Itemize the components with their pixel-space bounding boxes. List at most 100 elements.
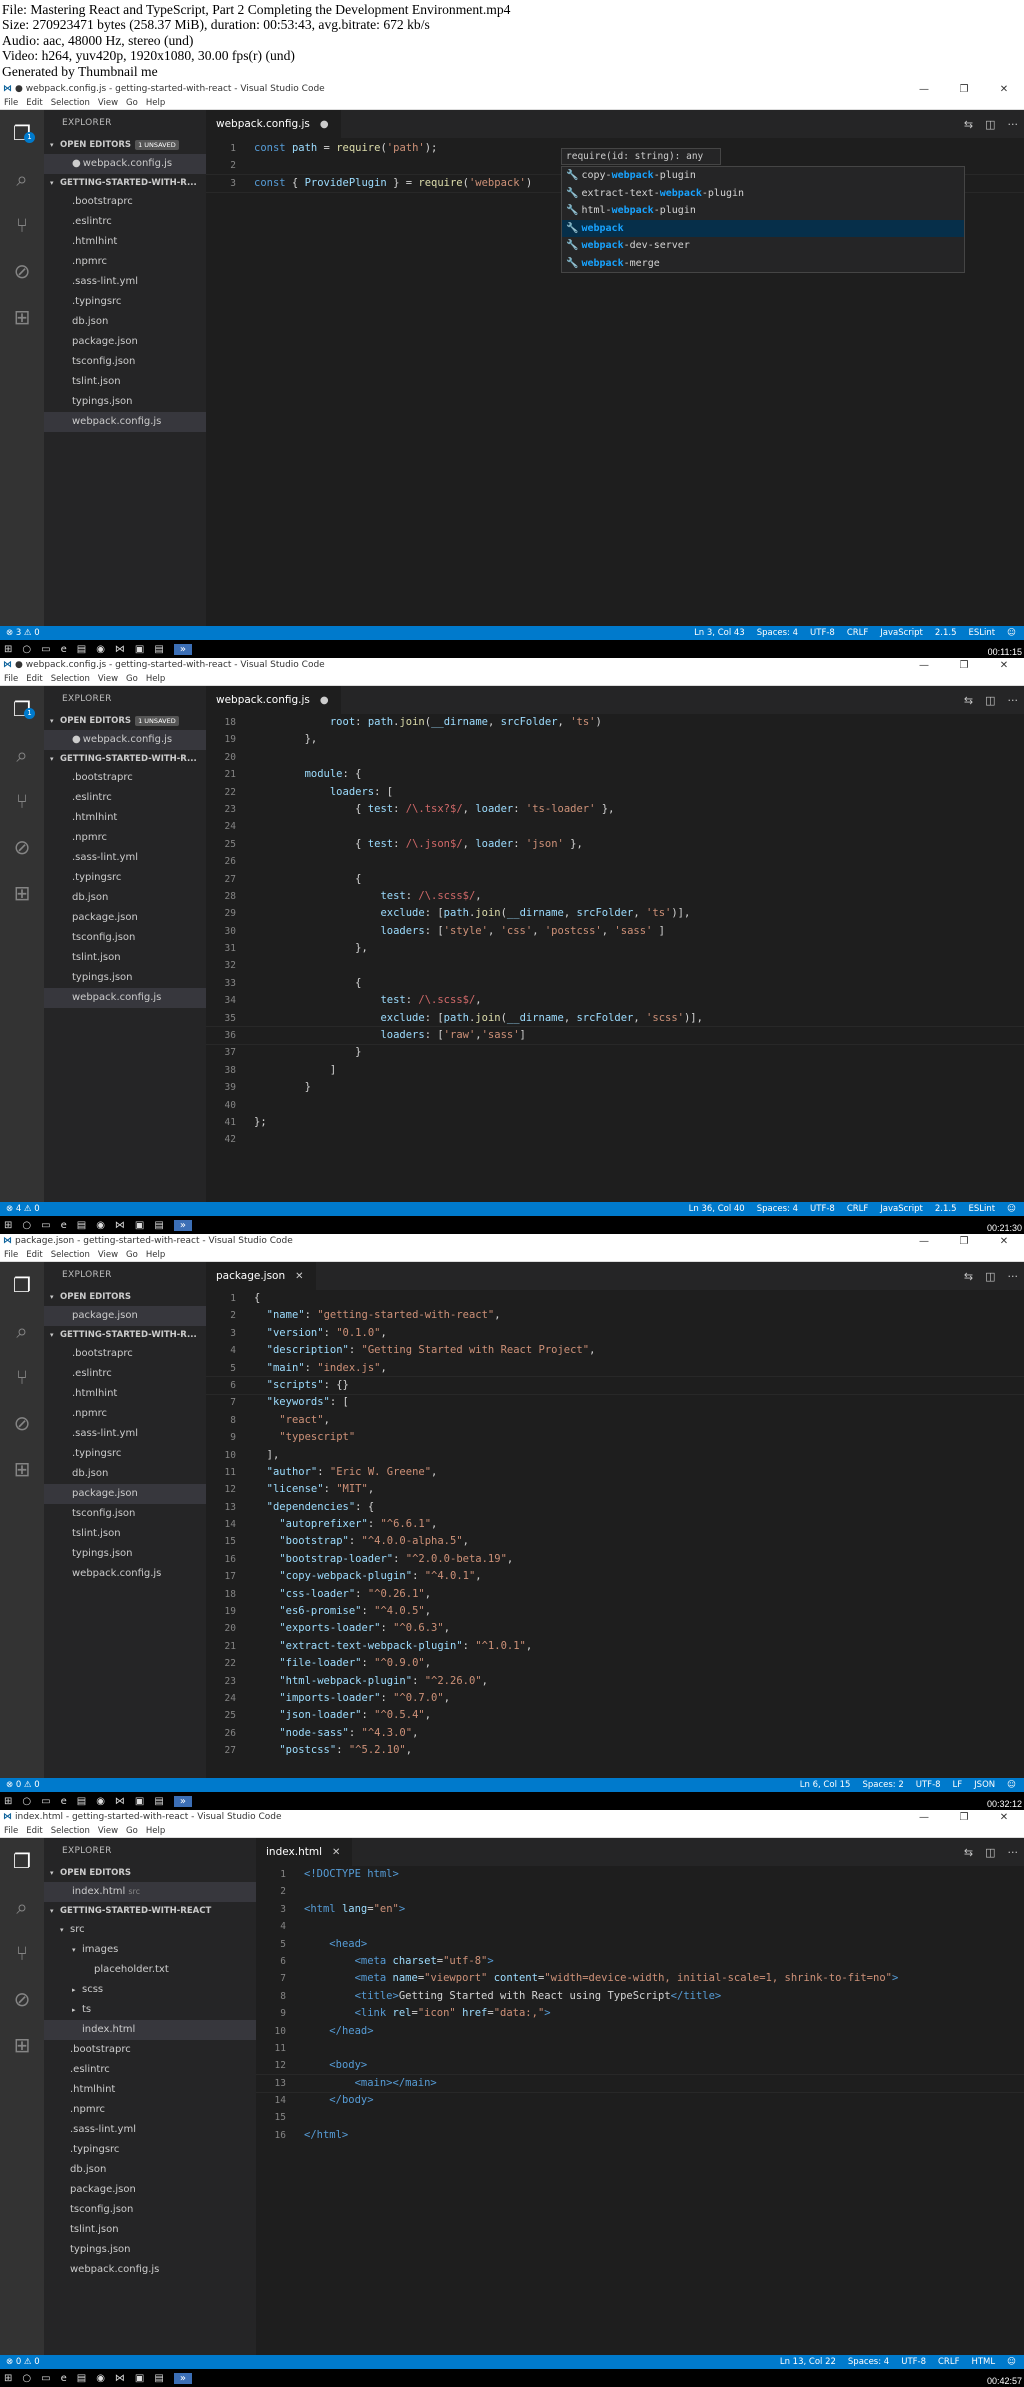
status-item[interactable]: JavaScript xyxy=(880,626,923,640)
minimize-button[interactable]: — xyxy=(904,658,944,673)
file-item[interactable]: .sass-lint.yml xyxy=(44,848,206,868)
more-actions-icon[interactable]: ··· xyxy=(1008,1270,1019,1283)
suggestion-item[interactable]: 🔧 extract-text-webpack-plugin xyxy=(562,185,964,203)
open-editors-section[interactable]: ▾ OPEN EDITORS xyxy=(44,1864,256,1882)
status-item[interactable]: JSON xyxy=(974,1778,995,1792)
close-tab-icon[interactable]: ✕ xyxy=(332,1847,340,1858)
maximize-button[interactable]: ❐ xyxy=(944,1810,984,1825)
tree-item[interactable]: .sass-lint.yml xyxy=(44,2120,256,2140)
tree-item[interactable]: index.html xyxy=(44,2020,256,2040)
status-item[interactable]: Spaces: 4 xyxy=(757,1202,798,1216)
taskbar-icon[interactable]: ◉ xyxy=(96,1220,105,1231)
taskbar-icon[interactable]: ▭ xyxy=(41,1796,50,1807)
suggestion-item[interactable]: 🔧 webpack-merge xyxy=(562,255,964,273)
search-icon[interactable]: ⌕ xyxy=(0,732,44,778)
tree-item[interactable]: .htmlhint xyxy=(44,2080,256,2100)
taskbar-icon[interactable]: ◉ xyxy=(96,2373,105,2384)
file-item[interactable]: package.json xyxy=(44,908,206,928)
file-item[interactable]: .htmlhint xyxy=(44,1384,206,1404)
problems-count[interactable]: ⊗ 3 ⚠ 0 xyxy=(6,628,40,638)
taskbar-icon[interactable]: ▤ xyxy=(154,1220,163,1231)
taskbar-icon[interactable]: ○ xyxy=(22,1220,31,1231)
menu-file[interactable]: File xyxy=(4,1825,18,1837)
extensions-icon[interactable]: ⊞ xyxy=(0,294,44,340)
taskbar-icon[interactable]: ▤ xyxy=(77,1220,86,1231)
minimize-button[interactable]: — xyxy=(904,1234,944,1249)
file-item[interactable]: .bootstraprc xyxy=(44,768,206,788)
menu-file[interactable]: File xyxy=(4,1249,18,1261)
status-item[interactable]: CRLF xyxy=(847,626,868,640)
close-window-button[interactable]: ✕ xyxy=(984,658,1024,673)
status-item[interactable]: ESLint xyxy=(969,1202,996,1216)
debug-icon[interactable]: ⊘ xyxy=(0,248,44,294)
taskbar-icon[interactable]: e xyxy=(61,644,67,655)
status-item[interactable]: Spaces: 4 xyxy=(848,2355,889,2369)
status-item[interactable]: UTF-8 xyxy=(901,2355,926,2369)
status-item[interactable]: ESLint xyxy=(969,626,996,640)
file-item[interactable]: db.json xyxy=(44,888,206,908)
menu-view[interactable]: View xyxy=(98,97,118,109)
code-editor[interactable]: 1 <!DOCTYPE html> 2 3 <html lang="en"> 4 5… xyxy=(256,1866,1024,2144)
menu-selection[interactable]: Selection xyxy=(51,97,90,109)
taskbar-icon[interactable]: » xyxy=(173,643,192,655)
git-icon[interactable]: ⑂ xyxy=(0,1354,44,1400)
status-item[interactable]: Ln 6, Col 15 xyxy=(800,1778,851,1792)
status-item[interactable]: JavaScript xyxy=(880,1202,923,1216)
open-changes-icon[interactable]: ⇆ xyxy=(964,694,973,707)
status-item[interactable]: 2.1.5 xyxy=(935,1202,957,1216)
taskbar-icon[interactable]: ○ xyxy=(22,2373,31,2384)
tree-item[interactable]: ▾ src xyxy=(44,1920,256,1940)
status-item[interactable]: HTML xyxy=(971,2355,995,2369)
problems-count[interactable]: ⊗ 0 ⚠ 0 xyxy=(6,2357,40,2367)
open-editor-item[interactable]: ● webpack.config.js xyxy=(44,154,206,174)
file-item[interactable]: webpack.config.js xyxy=(44,1564,206,1584)
open-editors-section[interactable]: ▾ OPEN EDITORS xyxy=(44,1288,206,1306)
menu-help[interactable]: Help xyxy=(146,1825,165,1837)
menu-selection[interactable]: Selection xyxy=(51,1249,90,1261)
status-item[interactable]: UTF-8 xyxy=(916,1778,941,1792)
open-editors-section[interactable]: ▾ OPEN EDITORS 1 UNSAVED xyxy=(44,712,206,730)
taskbar-icon[interactable]: ⊞ xyxy=(4,644,12,655)
code-editor[interactable]: 1{ 2 "name": "getting-started-with-react… xyxy=(206,1290,1024,1760)
tree-item[interactable]: ▸ scss xyxy=(44,1980,256,2000)
search-icon[interactable]: ⌕ xyxy=(0,1884,44,1930)
file-item[interactable]: .sass-lint.yml xyxy=(44,1424,206,1444)
tree-item[interactable]: typings.json xyxy=(44,2240,256,2260)
file-item[interactable]: .htmlhint xyxy=(44,232,206,252)
open-changes-icon[interactable]: ⇆ xyxy=(964,1270,973,1283)
maximize-button[interactable]: ❐ xyxy=(944,658,984,673)
taskbar-icon[interactable]: ▤ xyxy=(77,1796,86,1807)
file-item[interactable]: .eslintrc xyxy=(44,212,206,232)
file-item[interactable]: .typingsrc xyxy=(44,292,206,312)
menu-view[interactable]: View xyxy=(98,673,118,685)
menu-selection[interactable]: Selection xyxy=(51,673,90,685)
taskbar-icon[interactable]: ▣ xyxy=(135,1796,144,1807)
taskbar-icon[interactable]: ⊞ xyxy=(4,2373,12,2384)
file-item[interactable]: tsconfig.json xyxy=(44,1504,206,1524)
code-editor[interactable]: 18 root: path.join(__dirname, srcFolder,… xyxy=(206,714,1024,1149)
suggestion-item[interactable]: 🔧 html-webpack-plugin xyxy=(562,202,964,220)
suggestion-item[interactable]: 🔧 copy-webpack-plugin xyxy=(562,167,964,185)
taskbar-icon[interactable]: ⊞ xyxy=(4,1796,12,1807)
tab-index-html[interactable]: index.html ✕ xyxy=(256,1838,353,1866)
explorer-icon[interactable]: ❐ xyxy=(0,1262,44,1308)
maximize-button[interactable]: ❐ xyxy=(944,82,984,97)
open-changes-icon[interactable]: ⇆ xyxy=(964,1846,973,1859)
taskbar-icon[interactable]: ▤ xyxy=(154,1796,163,1807)
taskbar-icon[interactable]: ◉ xyxy=(96,1796,105,1807)
file-item[interactable]: webpack.config.js xyxy=(44,988,206,1008)
tab-webpack-config[interactable]: webpack.config.js ● xyxy=(206,686,341,714)
menu-help[interactable]: Help xyxy=(146,673,165,685)
menu-go[interactable]: Go xyxy=(126,1825,138,1837)
file-item[interactable]: .bootstraprc xyxy=(44,192,206,212)
taskbar-icon[interactable]: ⋈ xyxy=(115,2373,125,2384)
tree-item[interactable]: package.json xyxy=(44,2180,256,2200)
taskbar-icon[interactable]: ▭ xyxy=(41,644,50,655)
open-editor-item[interactable]: package.json xyxy=(44,1306,206,1326)
explorer-icon[interactable]: ❐ 1 xyxy=(0,686,44,732)
menu-edit[interactable]: Edit xyxy=(26,673,42,685)
file-item[interactable]: .typingsrc xyxy=(44,1444,206,1464)
maximize-button[interactable]: ❐ xyxy=(944,1234,984,1249)
open-changes-icon[interactable]: ⇆ xyxy=(964,118,973,131)
file-item[interactable]: .bootstraprc xyxy=(44,1344,206,1364)
